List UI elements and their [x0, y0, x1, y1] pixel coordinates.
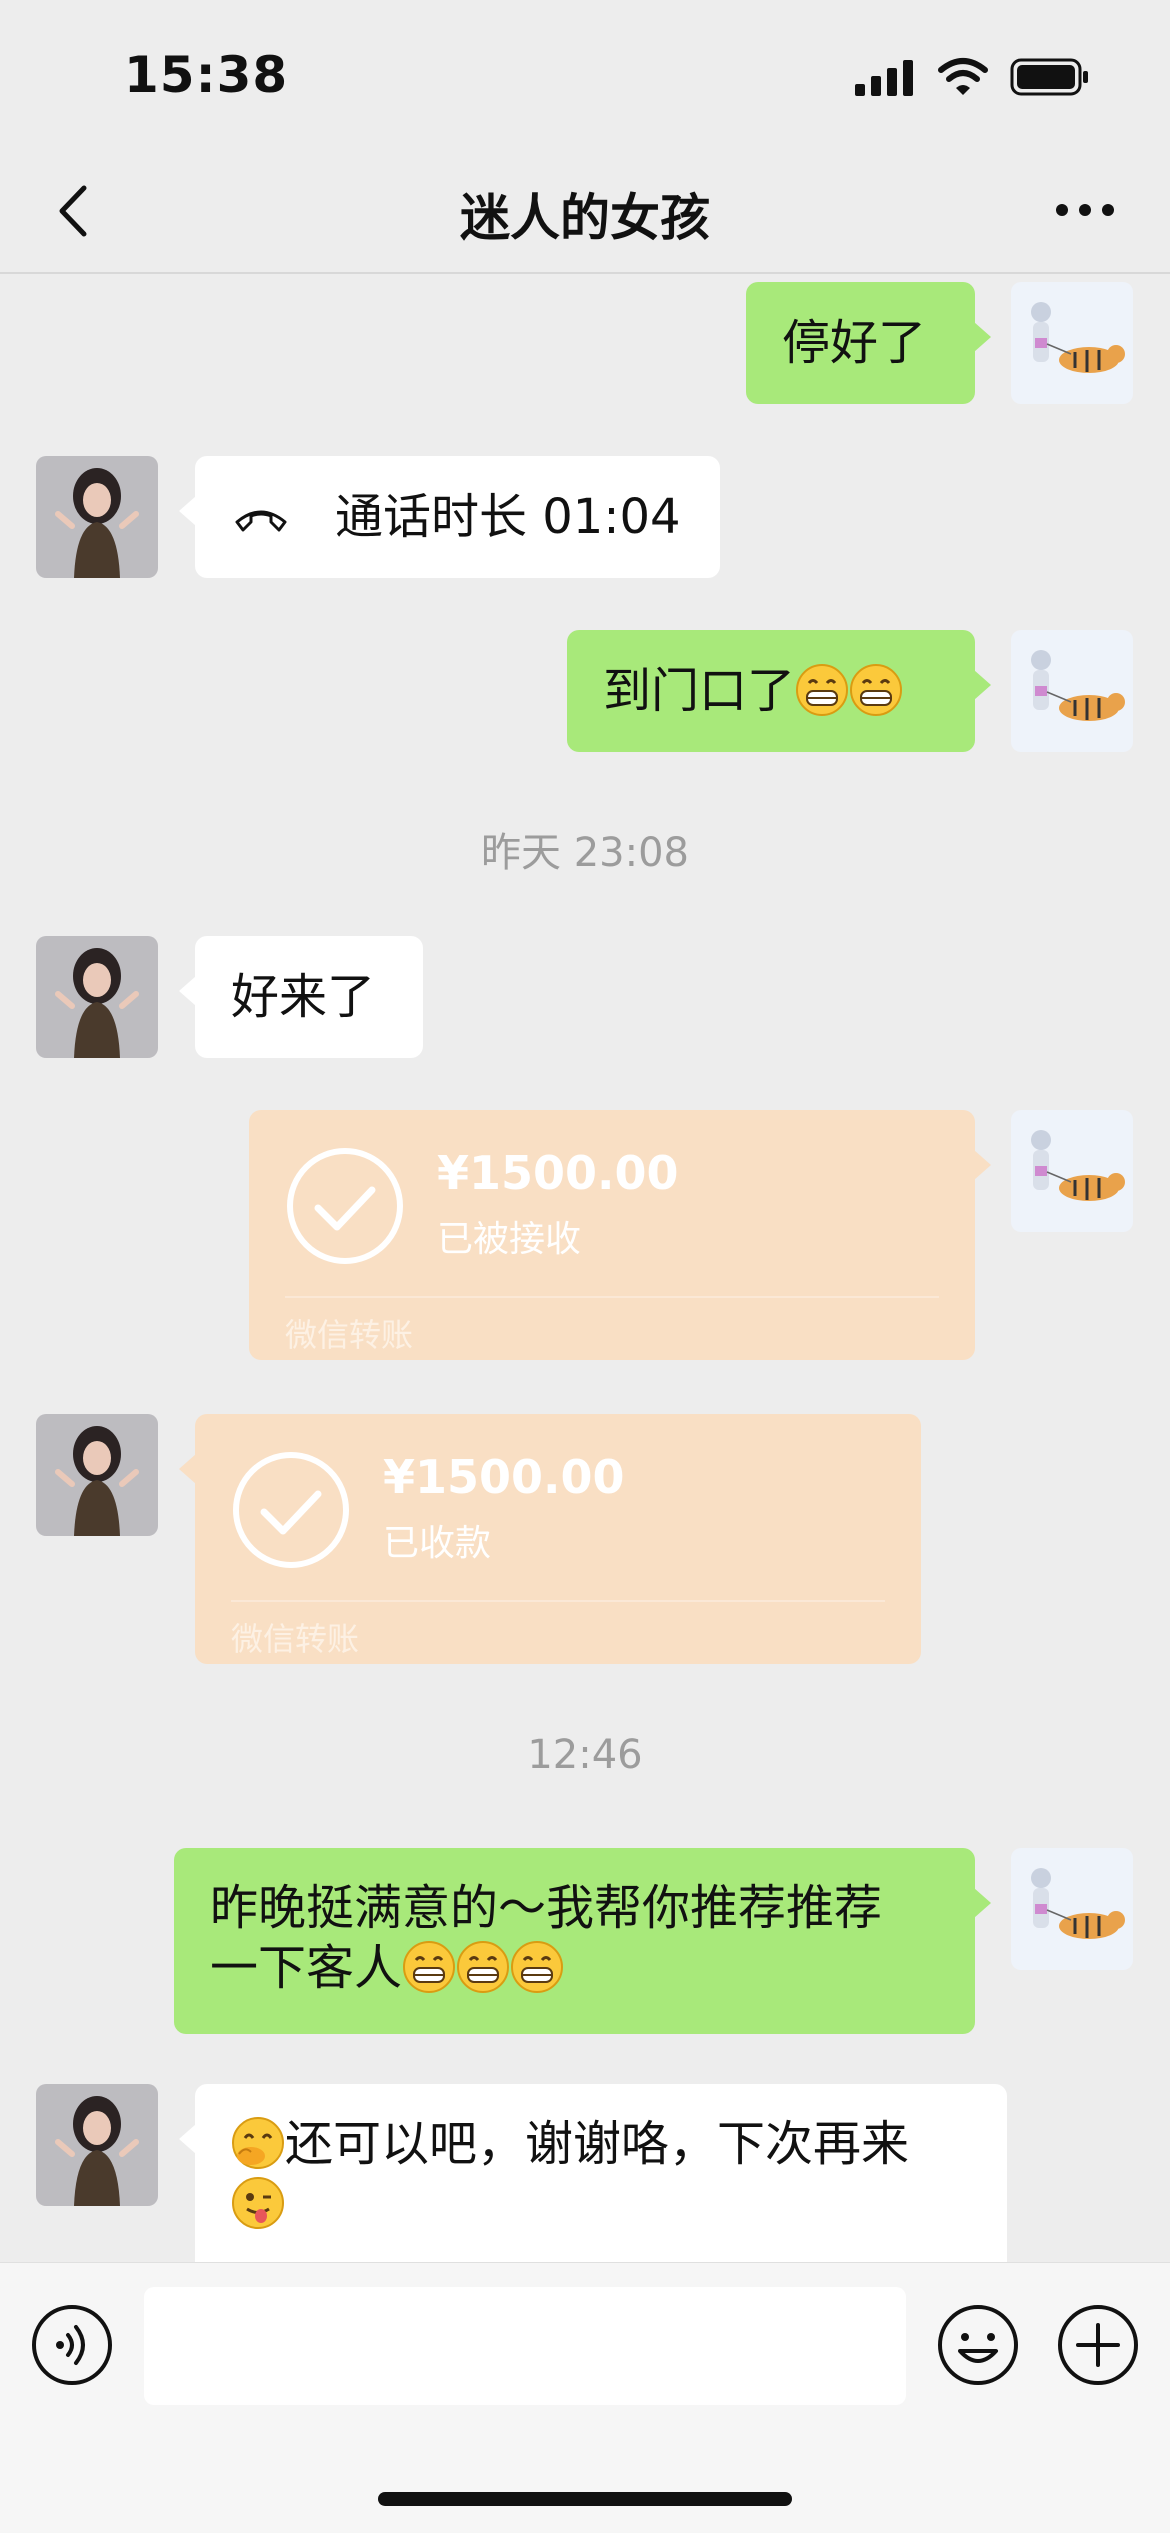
nav-bar: 迷人的女孩 [0, 150, 1170, 274]
tiger-avatar-icon [1011, 1110, 1133, 1232]
transfer-status: 已被接收 [437, 1219, 582, 1260]
sent-message[interactable]: 停好了 [746, 282, 991, 404]
message-text: 还可以吧，谢谢咯，下次再来 [285, 2116, 910, 2172]
chat-title: 迷人的女孩 [460, 189, 710, 247]
more-functions-button[interactable] [1056, 2303, 1140, 2387]
contact-avatar[interactable] [36, 2084, 158, 2206]
status-bar: 15:38 [0, 0, 1170, 150]
girl-avatar-icon [36, 936, 158, 1058]
call-duration-text: 通话时长 01:04 [335, 489, 681, 545]
sent-message[interactable]: 到门口了 [567, 630, 991, 752]
girl-avatar-icon [36, 2084, 158, 2206]
contact-avatar[interactable] [36, 456, 158, 578]
cellular-signal-icon [855, 60, 913, 96]
timestamp: 12:46 [527, 1732, 643, 1778]
divider [231, 1600, 885, 1602]
grinning-face-emoji [796, 664, 849, 716]
my-avatar[interactable] [1011, 1110, 1133, 1232]
call-record-message[interactable]: 通话时长 01:04 [179, 456, 720, 578]
contact-avatar[interactable] [36, 936, 158, 1058]
girl-avatar-icon [36, 1414, 158, 1536]
battery-icon [1010, 58, 1088, 96]
transfer-brand: 微信转账 [285, 1316, 414, 1354]
chat-area[interactable]: 停好了 通话时长 01:04 到门口了 昨天 23:08 好来了 ¥1500.0… [0, 272, 1170, 2262]
my-avatar[interactable] [1011, 282, 1133, 404]
transfer-status: 已收款 [383, 1523, 492, 1564]
grinning-face-emoji [457, 1941, 510, 1993]
sent-message[interactable]: 昨晚挺满意的～我帮你推荐推荐 一下客人 [174, 1848, 991, 2034]
transfer-amount: ¥1500.00 [437, 1146, 679, 1200]
wechat-transfer-card-sent[interactable]: ¥1500.00 已被接收 微信转账 [249, 1110, 991, 1360]
received-message[interactable]: 还可以吧，谢谢咯，下次再来 [179, 2084, 1007, 2262]
grinning-face-emoji [850, 664, 903, 716]
message-text-line2: 一下客人 [210, 1940, 403, 1996]
wifi-icon [938, 58, 988, 95]
tiger-avatar-icon [1011, 1848, 1133, 1970]
face-with-hand-over-mouth-emoji [232, 2117, 284, 2169]
contact-avatar[interactable] [36, 1414, 158, 1536]
girl-avatar-icon [36, 456, 158, 578]
grinning-face-emoji [511, 1941, 564, 1993]
check-circle-icon [287, 1148, 403, 1264]
message-text: 好来了 [231, 969, 376, 1025]
home-indicator[interactable] [378, 2492, 792, 2506]
grinning-face-emoji [403, 1941, 456, 1993]
voice-input-button[interactable] [30, 2303, 114, 2387]
my-avatar[interactable] [1011, 630, 1133, 752]
winking-face-with-tongue-emoji [232, 2177, 284, 2229]
message-text: 停好了 [782, 315, 927, 371]
message-text: 到门口了 [603, 663, 796, 719]
transfer-brand: 微信转账 [231, 1620, 360, 1658]
received-message[interactable]: 好来了 [179, 936, 423, 1058]
status-time: 15:38 [124, 46, 289, 104]
transfer-amount: ¥1500.00 [383, 1450, 625, 1504]
message-text-line1: 昨晚挺满意的～我帮你推荐推荐 [210, 1880, 883, 1936]
more-options-button[interactable] [1050, 180, 1120, 240]
phone-hangup-icon [235, 510, 287, 532]
divider [285, 1296, 939, 1298]
input-bar [0, 2262, 1170, 2533]
check-circle-icon [233, 1452, 349, 1568]
tiger-avatar-icon [1011, 630, 1133, 752]
tiger-avatar-icon [1011, 282, 1133, 404]
emoji-button[interactable] [936, 2303, 1020, 2387]
timestamp: 昨天 23:08 [481, 830, 689, 876]
wechat-transfer-card-received[interactable]: ¥1500.00 已收款 微信转账 [179, 1414, 921, 1664]
my-avatar[interactable] [1011, 1848, 1133, 1970]
message-input[interactable] [144, 2287, 906, 2405]
